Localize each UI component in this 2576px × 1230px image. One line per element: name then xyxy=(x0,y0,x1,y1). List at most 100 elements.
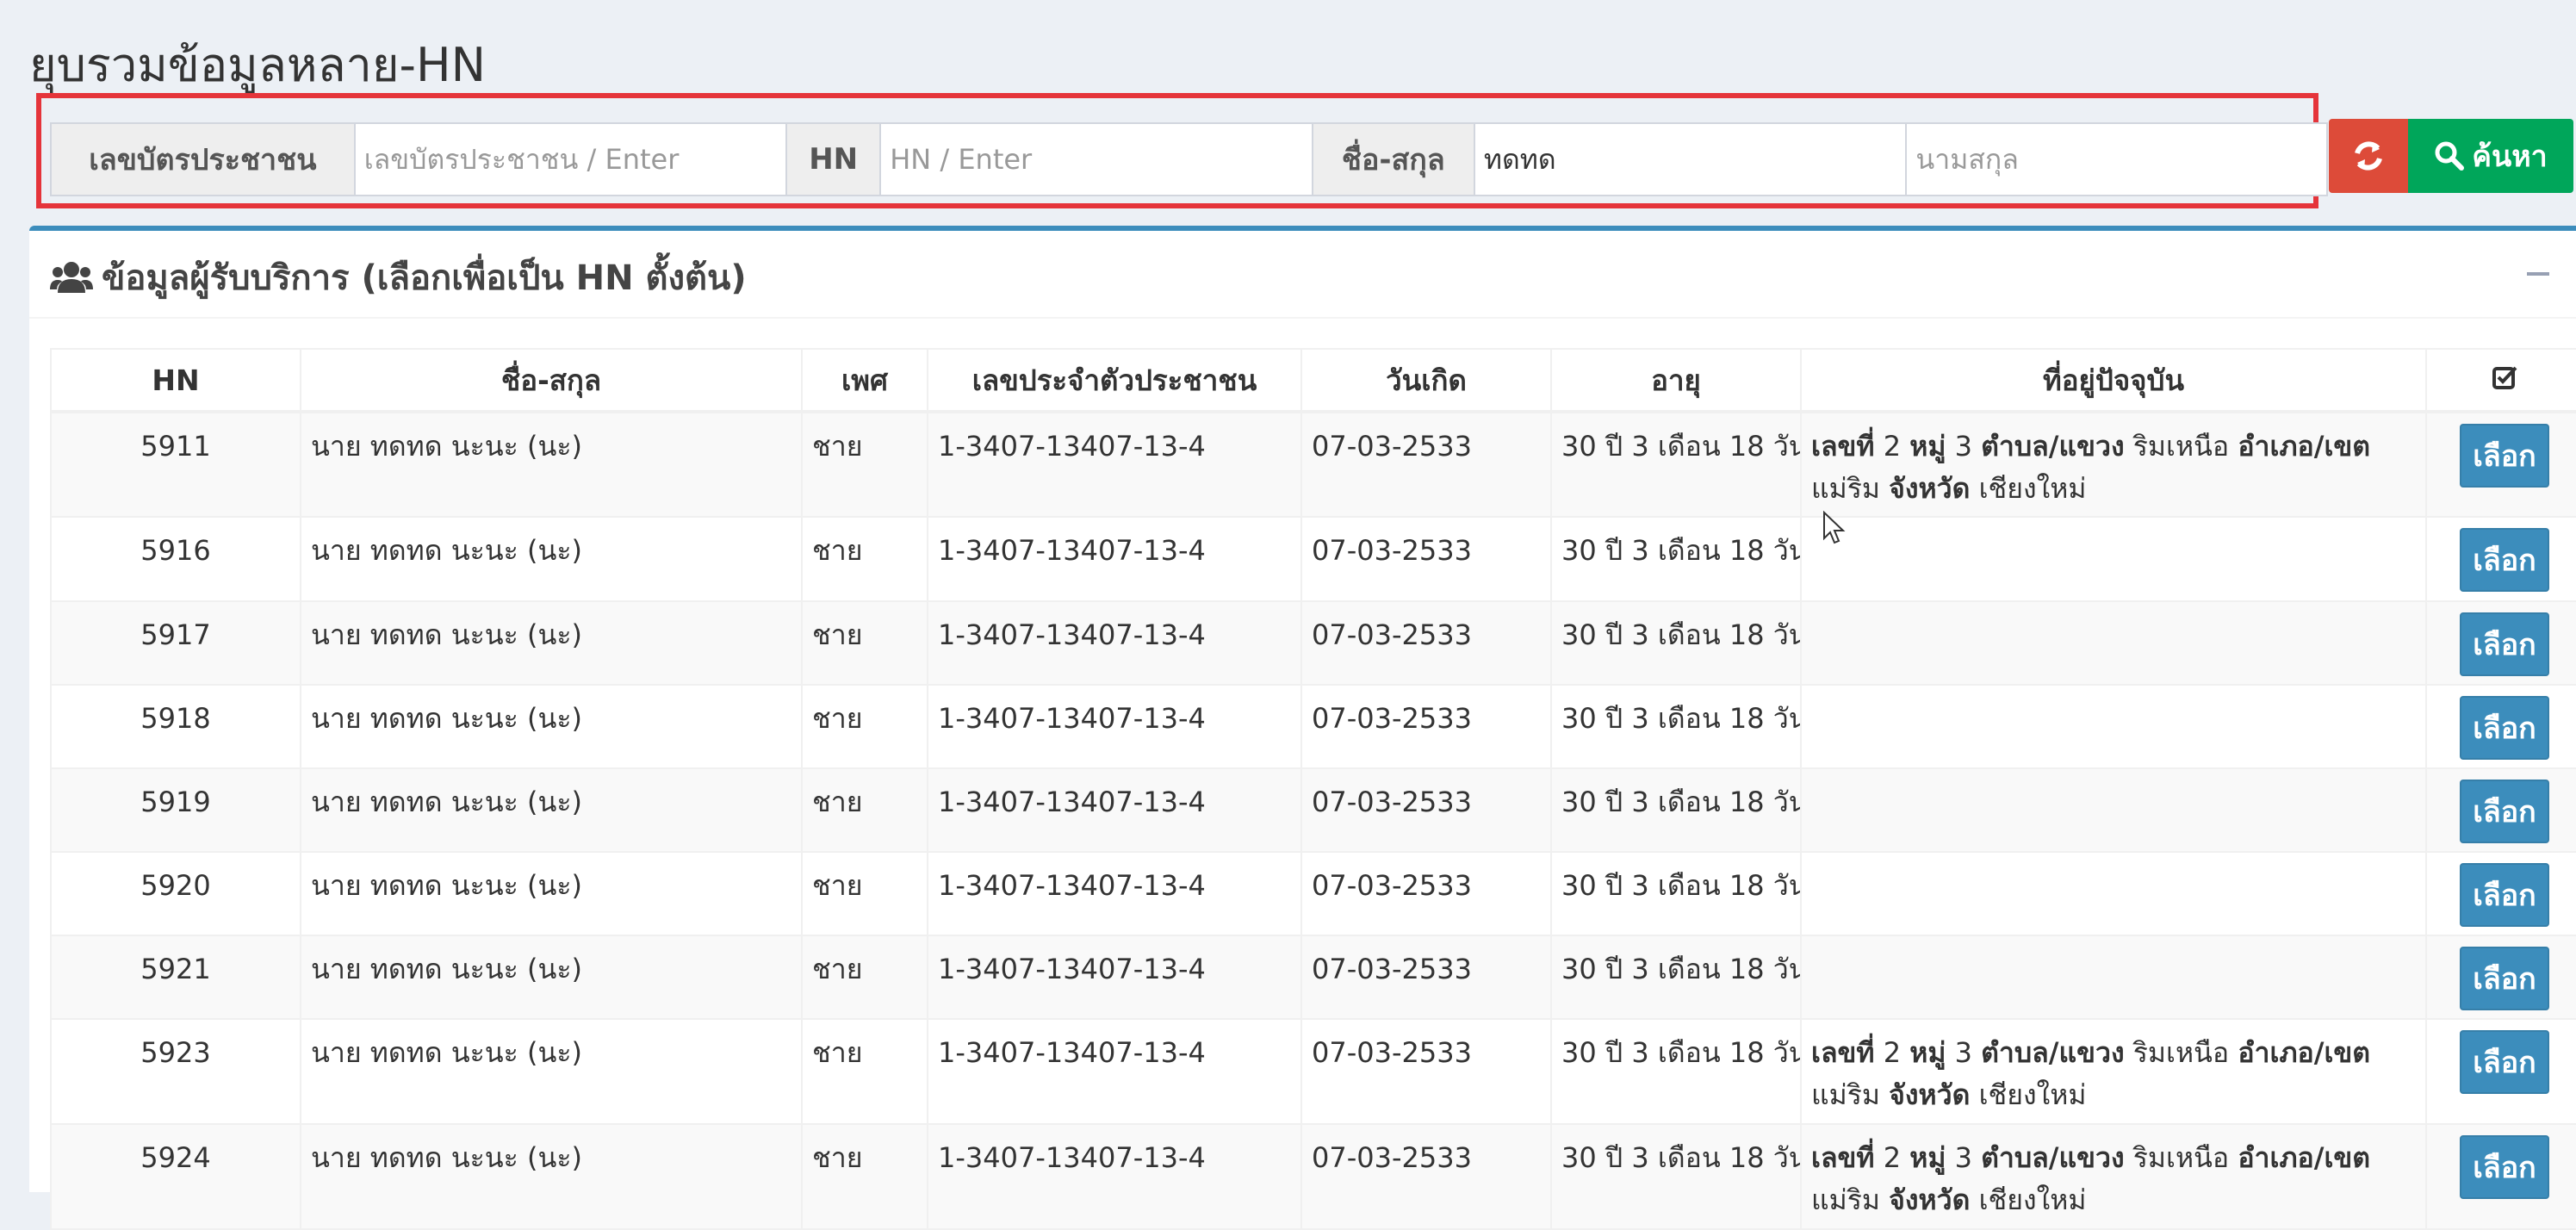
hn-input[interactable]: HN / Enter xyxy=(881,122,1313,196)
refresh-button[interactable] xyxy=(2329,119,2408,193)
hn-placeholder: HN / Enter xyxy=(890,143,1033,176)
cell-name: นาย ทดทด นะนะ (นะ) xyxy=(300,684,803,769)
col-address[interactable]: ที่อยู่ปัจจุบัน xyxy=(1800,348,2427,413)
id-card-label: เลขบัตรประชาชน xyxy=(50,122,356,196)
col-sex[interactable]: เพศ xyxy=(801,348,928,413)
search-button-label: ค้นหา xyxy=(2472,140,2548,174)
cell-dob: 07-03-2533 xyxy=(1300,600,1552,686)
select-button[interactable]: เลือก xyxy=(2460,863,2549,927)
cell-name: นาย ทดทด นะนะ (นะ) xyxy=(300,1123,803,1230)
select-button[interactable]: เลือก xyxy=(2460,612,2549,676)
cell-hn: 5924 xyxy=(50,1123,301,1230)
address-label: เลขที่ xyxy=(1811,1036,1875,1069)
cell-address xyxy=(1800,767,2427,853)
address-value: ริมเหนือ xyxy=(2132,1141,2230,1174)
table-row: 5917 นาย ทดทด นะนะ (นะ) ชาย 1-3407-13407-13… xyxy=(50,600,2576,686)
cell-age: 30 ปี 3 เดือน 18 วัน xyxy=(1550,851,1802,936)
address-value: ริมเหนือ xyxy=(2132,1036,2230,1069)
cell-cid: 1-3407-13407-13-4 xyxy=(927,516,1302,602)
cell-cid: 1-3407-13407-13-4 xyxy=(927,1123,1302,1230)
users-icon xyxy=(50,262,93,293)
name-label: ชื่อ-สกุล xyxy=(1313,122,1475,196)
address-value: 3 xyxy=(1954,430,1972,463)
cell-name: นาย ทดทด นะนะ (นะ) xyxy=(300,935,803,1020)
col-cid[interactable]: เลขประจำตัวประชาชน xyxy=(927,348,1302,413)
address-value: แม่ริม xyxy=(1811,1183,1880,1216)
last-name-input[interactable]: นามสกุล xyxy=(1907,122,2329,196)
cell-dob: 07-03-2533 xyxy=(1300,1123,1552,1230)
cell-cid: 1-3407-13407-13-4 xyxy=(927,684,1302,769)
select-button[interactable]: เลือก xyxy=(2460,780,2549,843)
refresh-icon xyxy=(2355,141,2382,171)
cell-name: นาย ทดทด นะนะ (นะ) xyxy=(300,516,803,602)
select-button[interactable]: เลือก xyxy=(2460,1135,2549,1199)
cell-sex: ชาย xyxy=(801,767,928,853)
cell-hn: 5916 xyxy=(50,516,301,602)
address-value: 2 xyxy=(1883,430,1902,463)
table-row: 5920 นาย ทดทด นะนะ (นะ) ชาย 1-3407-13407-13… xyxy=(50,851,2576,936)
cell-action: เลือก xyxy=(2425,600,2576,686)
cell-cid: 1-3407-13407-13-4 xyxy=(927,411,1302,518)
select-button[interactable]: เลือก xyxy=(2460,696,2549,760)
select-button[interactable]: เลือก xyxy=(2460,947,2549,1010)
cell-address xyxy=(1800,600,2427,686)
address-label: หมู่ xyxy=(1909,1141,1946,1174)
search-highlight-box: เลขบัตรประชาชน เลขบัตรประชาชน / Enter HN… xyxy=(36,93,2329,208)
search-button[interactable]: ค้นหา xyxy=(2408,119,2573,193)
select-button[interactable]: เลือก xyxy=(2460,528,2549,592)
minus-icon[interactable] xyxy=(2527,272,2549,276)
cell-address: เลขที่ 2 หมู่ 3 ตำบล/แขวง ริมเหนือ อำเภอ… xyxy=(1800,411,2427,518)
cell-action: เลือก xyxy=(2425,851,2576,936)
cell-hn: 5923 xyxy=(50,1018,301,1125)
col-dob[interactable]: วันเกิด xyxy=(1300,348,1552,413)
address-label: เลขที่ xyxy=(1811,430,1875,463)
cell-name: นาย ทดทด นะนะ (นะ) xyxy=(300,600,803,686)
cell-address: เลขที่ 2 หมู่ 3 ตำบล/แขวง ริมเหนือ อำเภอ… xyxy=(1800,1123,2427,1230)
first-name-input[interactable]: ทดทด xyxy=(1474,122,1908,196)
table-row: 5924 นาย ทดทด นะนะ (นะ) ชาย 1-3407-13407-13… xyxy=(50,1123,2576,1230)
select-button[interactable]: เลือก xyxy=(2460,1030,2549,1094)
cell-address xyxy=(1800,684,2427,769)
address-label: อำเภอ/เขต xyxy=(2238,430,2371,463)
cell-address xyxy=(1800,851,2427,936)
col-hn[interactable]: HN xyxy=(50,348,301,413)
cell-dob: 07-03-2533 xyxy=(1300,767,1552,853)
id-card-placeholder: เลขบัตรประชาชน / Enter xyxy=(363,142,680,176)
cell-action: เลือก xyxy=(2425,1123,2576,1230)
table-row: 5919 นาย ทดทด นะนะ (นะ) ชาย 1-3407-13407-13… xyxy=(50,767,2576,853)
panel-title: ข้อมูลผู้รับบริการ (เลือกเพื่อเป็น HN ตั… xyxy=(50,250,747,305)
cell-cid: 1-3407-13407-13-4 xyxy=(927,851,1302,936)
cell-cid: 1-3407-13407-13-4 xyxy=(927,935,1302,1020)
cell-age: 30 ปี 3 เดือน 18 วัน xyxy=(1550,1018,1802,1125)
cell-name: นาย ทดทด นะนะ (นะ) xyxy=(300,411,803,518)
cell-sex: ชาย xyxy=(801,600,928,686)
cell-action: เลือก xyxy=(2425,767,2576,853)
cell-action: เลือก xyxy=(2425,411,2576,518)
cell-age: 30 ปี 3 เดือน 18 วัน xyxy=(1550,684,1802,769)
select-button[interactable]: เลือก xyxy=(2460,424,2549,488)
cell-hn: 5917 xyxy=(50,600,301,686)
last-name-placeholder: นามสกุล xyxy=(1915,142,2019,176)
address-value: เชียงใหม่ xyxy=(1978,472,2087,505)
cell-age: 30 ปี 3 เดือน 18 วัน xyxy=(1550,600,1802,686)
cell-sex: ชาย xyxy=(801,1123,928,1230)
address-label: หมู่ xyxy=(1909,1036,1946,1069)
cell-dob: 07-03-2533 xyxy=(1300,411,1552,518)
cell-hn: 5921 xyxy=(50,935,301,1020)
table-row: 5921 นาย ทดทด นะนะ (นะ) ชาย 1-3407-13407-13… xyxy=(50,935,2576,1020)
address-label: เลขที่ xyxy=(1811,1141,1875,1174)
cell-action: เลือก xyxy=(2425,935,2576,1020)
table-row: 5918 นาย ทดทด นะนะ (นะ) ชาย 1-3407-13407-13… xyxy=(50,684,2576,769)
cell-dob: 07-03-2533 xyxy=(1300,851,1552,936)
cell-action: เลือก xyxy=(2425,516,2576,602)
cell-hn: 5919 xyxy=(50,767,301,853)
col-name[interactable]: ชื่อ-สกุล xyxy=(300,348,803,413)
address-value: เชียงใหม่ xyxy=(1978,1183,2087,1216)
id-card-input[interactable]: เลขบัตรประชาชน / Enter xyxy=(355,122,788,196)
col-age[interactable]: อายุ xyxy=(1550,348,1802,413)
check-square-icon xyxy=(2492,366,2517,389)
cell-sex: ชาย xyxy=(801,516,928,602)
cell-name: นาย ทดทด นะนะ (นะ) xyxy=(300,1018,803,1125)
table-row: 5923 นาย ทดทด นะนะ (นะ) ชาย 1-3407-13407-13… xyxy=(50,1018,2576,1125)
col-select xyxy=(2425,348,2576,413)
